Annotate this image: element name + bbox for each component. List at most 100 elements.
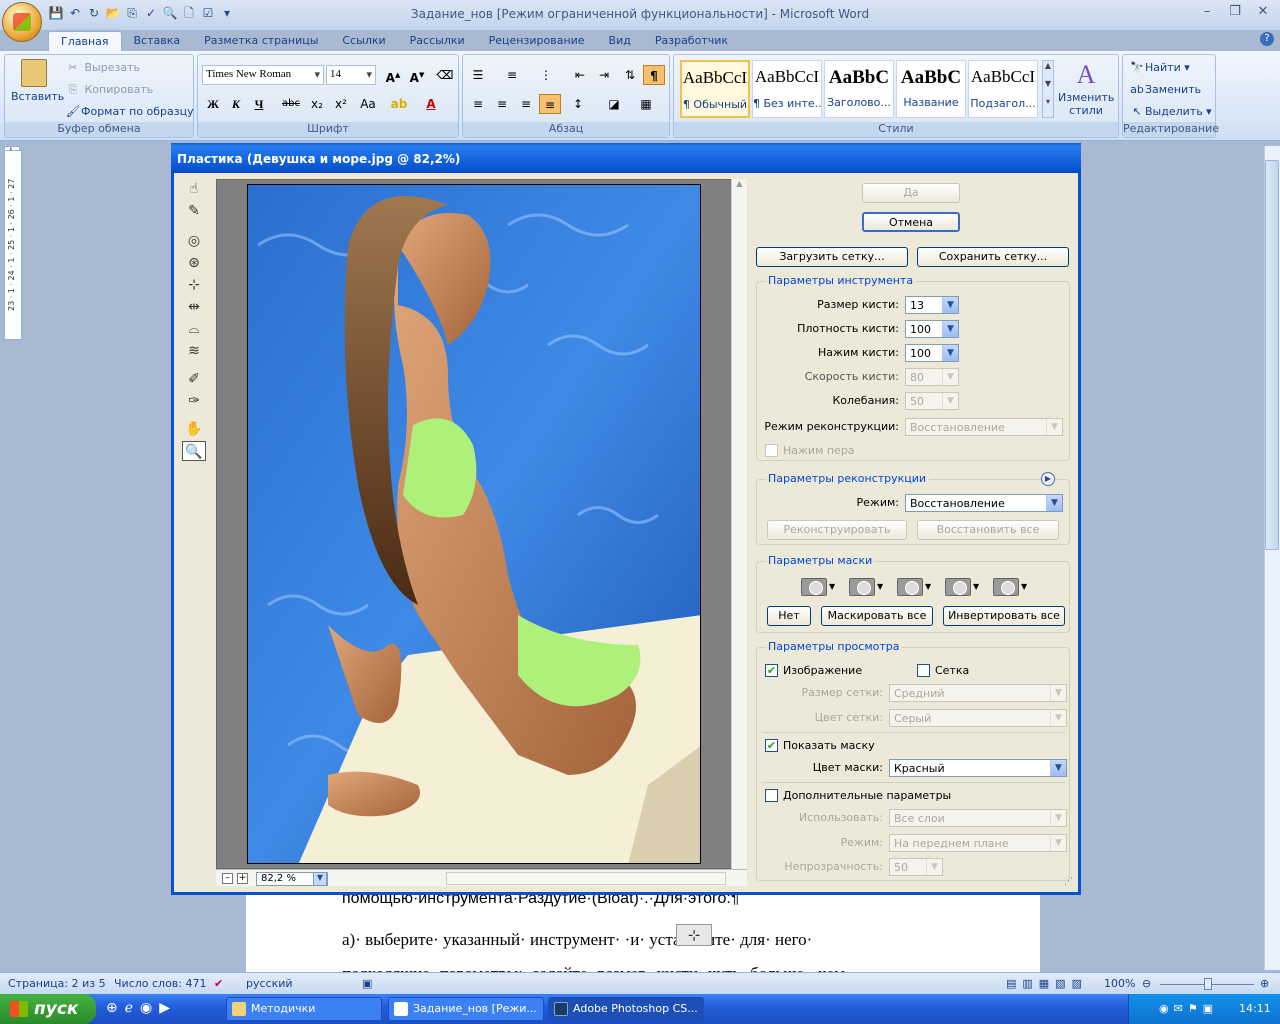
save-mesh-button[interactable]: Сохранить сетку... bbox=[917, 247, 1069, 267]
shading-icon[interactable]: ◪ bbox=[603, 94, 625, 114]
dropdown-arrow-icon[interactable]: ▼ bbox=[1046, 495, 1062, 511]
expand-arrow-icon[interactable]: ▶ bbox=[1041, 472, 1055, 486]
increase-indent-icon[interactable]: ⇥ bbox=[593, 65, 615, 85]
select-button[interactable]: ↖ Выделить ▾ bbox=[1129, 105, 1211, 118]
task-photoshop[interactable]: Adobe Photoshop CS... bbox=[548, 997, 704, 1021]
font-size-combo[interactable]: 14 bbox=[326, 65, 376, 85]
scroll-up-icon[interactable]: ▲ bbox=[732, 179, 747, 188]
underline-button[interactable]: Ч bbox=[248, 94, 270, 114]
backdrop-mode-select[interactable]: На переднем плане ▼ bbox=[889, 834, 1067, 852]
mask-all-button[interactable]: Маскировать все bbox=[821, 606, 933, 626]
start-button[interactable]: пуск bbox=[0, 994, 96, 1024]
strikethrough-button[interactable]: abc bbox=[280, 94, 302, 114]
pucker-tool-icon[interactable]: ⊛ bbox=[182, 253, 206, 273]
mask-none-button[interactable]: Нет bbox=[767, 606, 811, 626]
reconstruct-tool-icon[interactable]: ✎ bbox=[182, 201, 206, 221]
superscript-button[interactable]: x² bbox=[330, 94, 352, 114]
restore-icon[interactable]: ❐ bbox=[1222, 2, 1248, 22]
style-subtitle[interactable]: AaBbCcI Подзагол... bbox=[968, 60, 1038, 118]
line-spacing-icon[interactable]: ↕ bbox=[567, 94, 589, 114]
invert-all-button[interactable]: Инвертировать все bbox=[943, 606, 1065, 626]
style-title[interactable]: AaBbC Название bbox=[896, 60, 966, 118]
sort-icon[interactable]: ⇅ bbox=[619, 65, 641, 85]
canvas-hscroll[interactable] bbox=[446, 872, 726, 885]
show-marks-icon[interactable]: ¶ bbox=[643, 65, 665, 85]
tab-review[interactable]: Рецензирование bbox=[477, 31, 597, 51]
task-metodichki[interactable]: Методички bbox=[226, 997, 382, 1021]
office-button[interactable] bbox=[2, 2, 42, 42]
italic-button[interactable]: К bbox=[225, 94, 247, 114]
clear-format-icon[interactable]: ⌫ bbox=[434, 65, 456, 85]
dropdown-arrow-icon[interactable]: ▼ bbox=[925, 582, 931, 591]
grow-font-button[interactable]: A▲ bbox=[382, 65, 404, 85]
show-mesh-checkbox[interactable] bbox=[917, 664, 930, 677]
mask-invert-icon[interactable] bbox=[993, 578, 1019, 596]
load-mesh-button[interactable]: Загрузить сетку... bbox=[756, 247, 908, 267]
resize-grip-icon[interactable]: ⋰ bbox=[1064, 877, 1073, 887]
show-image-checkbox[interactable]: ✔ bbox=[765, 664, 778, 677]
stylus-pressure-checkbox[interactable] bbox=[765, 444, 778, 457]
turbulence-field[interactable]: 50 ▼ bbox=[905, 392, 959, 410]
zoom-out-icon[interactable]: ⊖ bbox=[1142, 977, 1151, 990]
brush-density-field[interactable]: 100 ▼ bbox=[905, 320, 959, 338]
dropdown-arrow-icon[interactable]: ▼ bbox=[942, 297, 958, 313]
multilevel-list-icon[interactable]: ⋮ bbox=[535, 65, 557, 85]
tab-insert[interactable]: Вставка bbox=[122, 31, 193, 51]
mask-subtract-icon[interactable] bbox=[897, 578, 923, 596]
format-painter-button[interactable]: 🖌Формат по образцу bbox=[65, 105, 194, 118]
mirror-tool-icon[interactable]: ⌓ bbox=[182, 319, 206, 339]
zoom-level[interactable]: 100% bbox=[1104, 977, 1135, 990]
freeze-mask-tool-icon[interactable]: ✐ bbox=[182, 369, 206, 389]
task-word[interactable]: Задание_нов [Режи... bbox=[388, 997, 544, 1021]
reconstruct-mode-select[interactable]: Восстановление ▼ bbox=[905, 494, 1063, 512]
ok-button[interactable]: Да bbox=[862, 183, 960, 203]
style-no-spacing[interactable]: AaBbCcI ¶ Без инте... bbox=[752, 60, 822, 118]
close-icon[interactable]: ✕ bbox=[1250, 2, 1276, 22]
zoom-out-button[interactable]: – bbox=[222, 873, 233, 884]
tray-icons[interactable]: ◉✉⚑▣ bbox=[1159, 1002, 1218, 1015]
opacity-field[interactable]: 50 ▼ bbox=[889, 858, 943, 876]
reconstruct-button[interactable]: Реконструировать bbox=[767, 520, 907, 540]
preview-image[interactable] bbox=[247, 184, 701, 864]
document-page[interactable]: помощью·инструмента·Раздутие·(Bloat)·.·Д… bbox=[246, 880, 1040, 983]
zoom-dropdown-icon[interactable]: ▼ bbox=[313, 872, 327, 886]
borders-icon[interactable]: ▦ bbox=[635, 94, 657, 114]
align-center-icon[interactable]: ≡ bbox=[491, 94, 513, 114]
help-icon[interactable]: ? bbox=[1260, 32, 1274, 46]
document-scroll-thumb[interactable] bbox=[1265, 160, 1279, 550]
show-mask-checkbox[interactable]: ✔ bbox=[765, 739, 778, 752]
dropdown-arrow-icon[interactable]: ▼ bbox=[942, 345, 958, 361]
subscript-button[interactable]: x₂ bbox=[306, 94, 328, 114]
dropdown-arrow-icon[interactable]: ▼ bbox=[973, 582, 979, 591]
cut-button[interactable]: ✂ Вырезать bbox=[65, 61, 140, 74]
mask-intersect-icon[interactable] bbox=[945, 578, 971, 596]
bold-button[interactable]: Ж bbox=[202, 94, 224, 114]
decrease-indent-icon[interactable]: ⇤ bbox=[569, 65, 591, 85]
macro-record-icon[interactable]: ▣ bbox=[362, 977, 372, 990]
tab-home[interactable]: Главная bbox=[48, 31, 122, 51]
mask-replace-icon[interactable] bbox=[801, 578, 827, 596]
zoom-slider-thumb[interactable] bbox=[1204, 978, 1212, 990]
brush-rate-field[interactable]: 80 ▼ bbox=[905, 368, 959, 386]
highlight-icon[interactable]: ab bbox=[388, 94, 410, 114]
language[interactable]: русский bbox=[246, 977, 293, 990]
align-right-icon[interactable]: ≡ bbox=[515, 94, 537, 114]
dropdown-arrow-icon[interactable]: ▼ bbox=[1021, 582, 1027, 591]
page-count[interactable]: Страница: 2 из 5 bbox=[8, 977, 106, 990]
cancel-button[interactable]: Отмена bbox=[862, 212, 960, 232]
justify-icon[interactable]: ≡ bbox=[539, 94, 561, 114]
view-buttons[interactable]: ▤▥▦▧▨ bbox=[1006, 977, 1088, 990]
shrink-font-button[interactable]: A▼ bbox=[406, 65, 428, 85]
bullets-icon[interactable]: ☰ bbox=[467, 65, 489, 85]
mask-color-select[interactable]: Красный ▼ bbox=[889, 759, 1067, 777]
use-select[interactable]: Все слои ▼ bbox=[889, 809, 1067, 827]
minimize-icon[interactable]: – bbox=[1194, 2, 1220, 22]
dropdown-arrow-icon[interactable]: ▼ bbox=[829, 582, 835, 591]
mesh-size-select[interactable]: Средний ▼ bbox=[889, 684, 1067, 702]
quick-launch[interactable]: ⊕ℯ◉▶ bbox=[106, 1000, 177, 1016]
font-color-icon[interactable]: A bbox=[420, 94, 442, 114]
canvas-vscroll[interactable]: ▲ bbox=[731, 179, 747, 869]
tab-mailings[interactable]: Рассылки bbox=[398, 31, 477, 51]
dropdown-arrow-icon[interactable]: ▼ bbox=[1050, 760, 1066, 776]
font-name-combo[interactable]: Times New Roman bbox=[202, 65, 324, 85]
